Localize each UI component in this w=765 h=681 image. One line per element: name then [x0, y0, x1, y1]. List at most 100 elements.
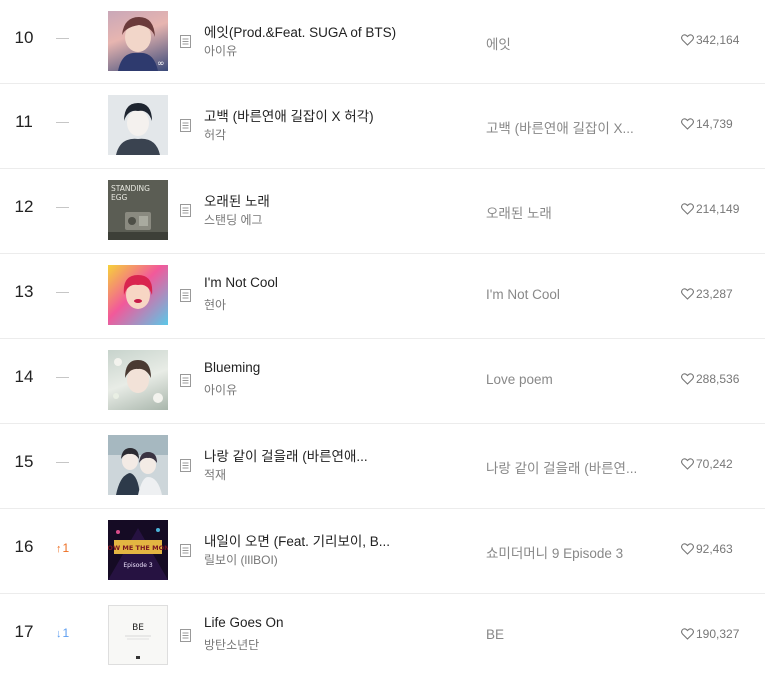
rank-change	[56, 32, 80, 46]
album-art[interactable]	[108, 435, 168, 495]
heart-icon	[681, 118, 694, 130]
artist-name[interactable]: 현아	[204, 296, 419, 313]
artist-name[interactable]: 릴보이 (lIlBOI)	[204, 551, 419, 568]
lyrics-icon[interactable]	[180, 204, 191, 217]
like-count: 342,164	[696, 33, 740, 47]
rank-number: 17	[14, 622, 34, 641]
album-art[interactable]: STANDING EGG	[108, 180, 168, 240]
like-button[interactable]: 342,164	[681, 33, 765, 47]
heart-icon	[681, 288, 694, 300]
album-name[interactable]: 나랑 같이 걸을래 (바른연...	[486, 457, 661, 477]
song-title[interactable]: Blueming	[204, 360, 419, 375]
album-text: STANDING	[111, 184, 150, 193]
lyrics-icon[interactable]	[180, 35, 191, 48]
album-name[interactable]: 쇼미더머니 9 Episode 3	[486, 542, 661, 562]
dash-icon	[56, 37, 69, 39]
chart-row[interactable]: 15 나랑 같이 걸을래 (바른연애... 적재 나랑 같이 걸을래 (바른연.…	[0, 423, 765, 508]
album-name[interactable]: 에잇	[486, 33, 661, 53]
like-button[interactable]: 190,327	[681, 627, 765, 641]
song-title[interactable]: I'm Not Cool	[204, 275, 419, 290]
rank-change: ↑1	[56, 541, 80, 555]
rank-number: 13	[14, 282, 34, 301]
dash-icon	[56, 291, 69, 293]
rank-change	[56, 286, 80, 300]
up-arrow-icon: ↑	[56, 543, 62, 555]
like-count: 70,242	[696, 457, 733, 471]
rank-number: 16	[14, 537, 34, 556]
rank-number: 15	[14, 452, 34, 471]
like-count: 190,327	[696, 627, 740, 641]
heart-icon	[681, 628, 694, 640]
rank-change-value: 1	[62, 626, 70, 640]
album-name[interactable]: 고백 (바른연애 길잡이 X...	[486, 117, 661, 137]
song-title[interactable]: 에잇(Prod.&Feat. SUGA of BTS)	[204, 21, 419, 41]
artist-name[interactable]: 아이유	[204, 42, 419, 59]
heart-icon	[681, 543, 694, 555]
lyrics-icon[interactable]	[180, 459, 191, 472]
lyrics-icon[interactable]	[180, 289, 191, 302]
rank-change: ↓1	[56, 626, 80, 640]
like-button[interactable]: 214,149	[681, 202, 765, 216]
chart-row[interactable]: 13 I'm Not Cool 현아 I'm Not Cool 23,287	[0, 253, 765, 338]
album-name[interactable]: I'm Not Cool	[486, 287, 661, 302]
like-count: 92,463	[696, 542, 733, 556]
rank-change-value: 1	[62, 541, 70, 555]
heart-icon	[681, 203, 694, 215]
heart-icon	[681, 34, 694, 46]
rank-number: 14	[14, 367, 34, 386]
rank-number: 11	[15, 112, 33, 131]
lyrics-icon[interactable]	[180, 544, 191, 557]
chart-list: 10 ∞ 에잇(Prod.&Feat. SUGA of BTS) 아이유 에잇 …	[0, 0, 765, 681]
dash-icon	[56, 461, 69, 463]
artist-name[interactable]: 아이유	[204, 381, 419, 398]
heart-icon	[681, 373, 694, 385]
chart-row[interactable]: 17 ↓1 BE Life Goes On 방탄소년단 BE 190,327	[0, 593, 765, 678]
album-text: EGG	[111, 193, 128, 202]
album-text: SHOW ME THE MONEY	[108, 544, 168, 552]
like-button[interactable]: 14,739	[681, 117, 765, 131]
album-name[interactable]: 오래된 노래	[486, 202, 661, 222]
chart-row[interactable]: 14 Blueming 아이유 Love poem 288,536	[0, 338, 765, 423]
lyrics-icon[interactable]	[180, 374, 191, 387]
artist-name[interactable]: 스탠딩 에그	[204, 211, 419, 228]
song-title[interactable]: Life Goes On	[204, 615, 419, 630]
artist-name[interactable]: 적재	[204, 466, 419, 483]
like-count: 14,739	[696, 117, 733, 131]
chart-row[interactable]: 16 ↑1 SHOW ME THE MONEY Episode 3 내일이 오면…	[0, 508, 765, 593]
like-button[interactable]: 92,463	[681, 542, 765, 556]
song-title[interactable]: 오래된 노래	[204, 190, 419, 210]
song-title[interactable]: 내일이 오면 (Feat. 기리보이, B...	[204, 530, 419, 550]
album-art[interactable]: SHOW ME THE MONEY Episode 3	[108, 520, 168, 580]
album-art[interactable]	[108, 265, 168, 325]
artist-name[interactable]: 방탄소년단	[204, 636, 419, 653]
rank-number: 10	[14, 28, 34, 47]
like-button[interactable]: 288,536	[681, 372, 765, 386]
heart-icon	[681, 458, 694, 470]
rank-change	[56, 456, 80, 470]
album-art[interactable]: ∞	[108, 11, 168, 71]
rank-change	[56, 201, 80, 215]
rank-change	[56, 371, 80, 385]
song-title[interactable]: 고백 (바른연애 길잡이 X 허각)	[204, 105, 419, 125]
album-name[interactable]: BE	[486, 627, 661, 642]
dash-icon	[56, 376, 69, 378]
artist-name[interactable]: 허각	[204, 126, 419, 143]
lyrics-icon[interactable]	[180, 119, 191, 132]
chart-row[interactable]: 12 STANDING EGG 오래된 노래 스탠딩 에그 오래된 노래 214…	[0, 168, 765, 253]
album-art[interactable]: BE	[108, 605, 168, 665]
album-art[interactable]	[108, 95, 168, 155]
chart-row[interactable]: 11 고백 (바른연애 길잡이 X 허각) 허각 고백 (바른연애 길잡이 X.…	[0, 83, 765, 168]
album-badge: ∞	[157, 59, 165, 69]
like-button[interactable]: 70,242	[681, 457, 765, 471]
lyrics-icon[interactable]	[180, 629, 191, 642]
song-title[interactable]: 나랑 같이 걸을래 (바른연애...	[204, 445, 419, 465]
like-button[interactable]: 23,287	[681, 287, 765, 301]
down-arrow-icon: ↓	[56, 628, 62, 640]
album-name[interactable]: Love poem	[486, 372, 661, 387]
rank-change	[56, 116, 80, 130]
dash-icon	[56, 121, 69, 123]
album-text: BE	[132, 623, 144, 633]
chart-row[interactable]: 10 ∞ 에잇(Prod.&Feat. SUGA of BTS) 아이유 에잇 …	[0, 0, 765, 85]
album-art[interactable]	[108, 350, 168, 410]
dash-icon	[56, 206, 69, 208]
